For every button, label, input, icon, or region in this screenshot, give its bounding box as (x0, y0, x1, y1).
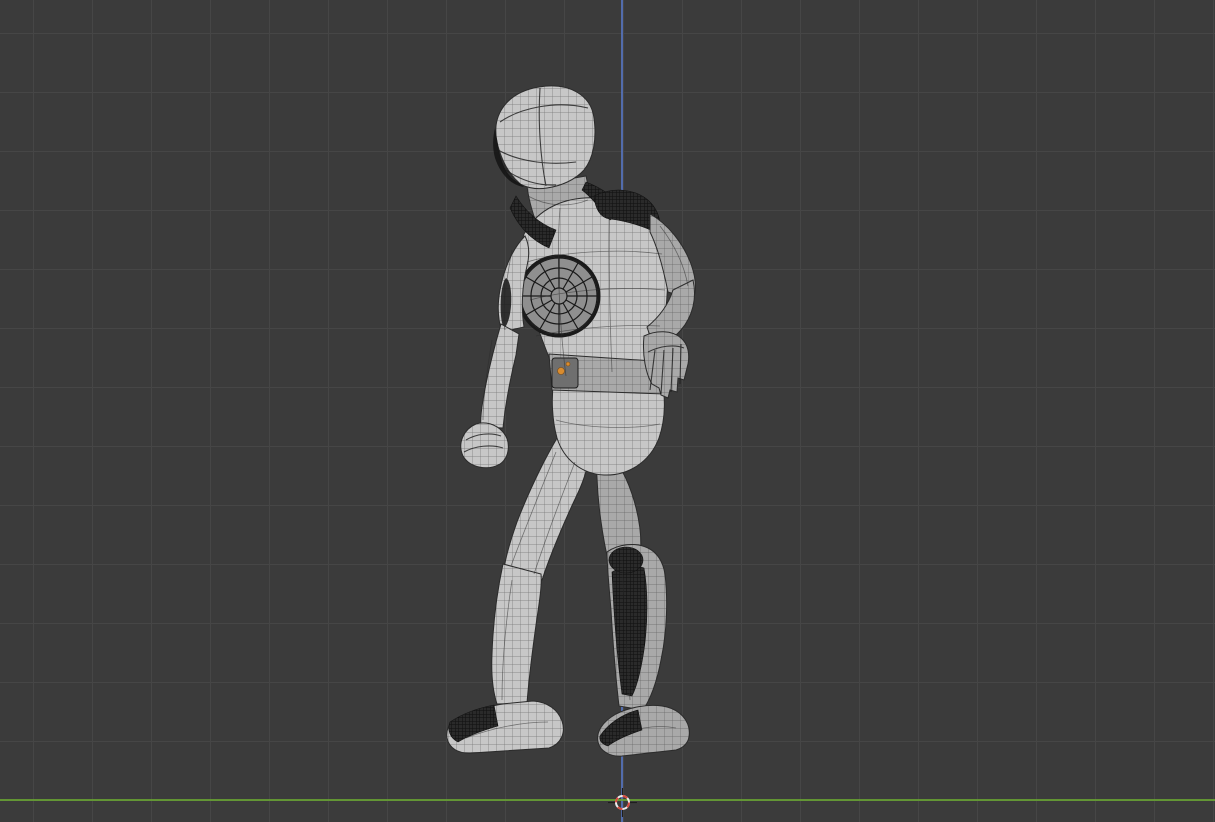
character-model[interactable] (0, 0, 1215, 822)
model-far-leg (595, 443, 690, 757)
3d-viewport[interactable] (0, 0, 1215, 822)
3d-cursor (608, 788, 637, 817)
belt-accent-light (557, 367, 565, 375)
belt-accent-small (565, 361, 571, 367)
belt-buckle (551, 357, 579, 389)
knee-armor-dark (608, 546, 644, 574)
model-near-arm (460, 235, 530, 469)
model-head (493, 85, 596, 190)
model-near-leg (446, 429, 590, 754)
